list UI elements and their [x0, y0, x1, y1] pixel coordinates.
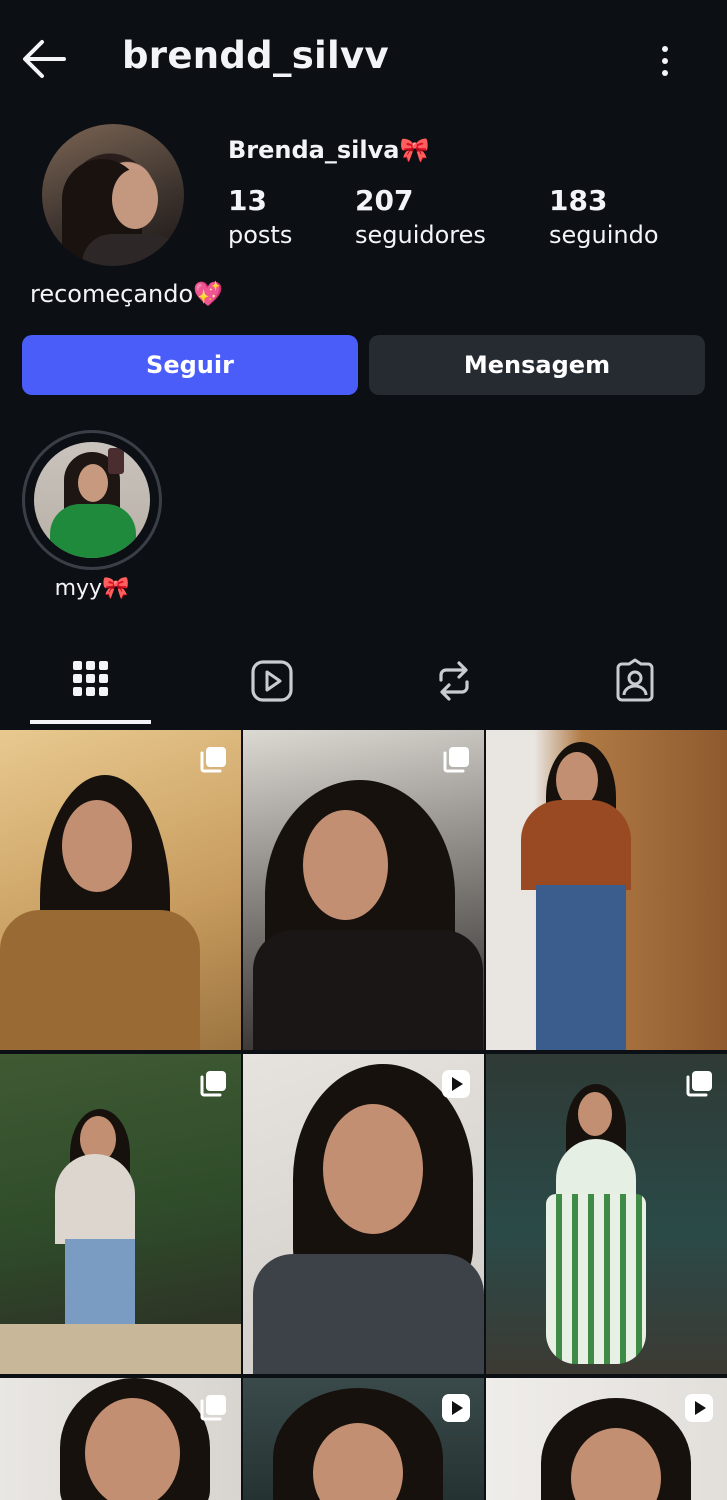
story-highlight[interactable]	[22, 430, 162, 570]
post-tile[interactable]	[0, 1054, 241, 1374]
profile-tabs	[0, 640, 727, 726]
carousel-icon	[443, 747, 469, 773]
stat-posts[interactable]: 13 posts	[228, 184, 292, 249]
reel-icon	[685, 1394, 713, 1422]
top-bar: brendd_silvv	[0, 0, 727, 120]
stat-posts-count: 13	[228, 184, 267, 217]
message-button[interactable]: Mensagem	[369, 335, 705, 395]
profile-avatar[interactable]	[42, 124, 184, 266]
posts-grid	[0, 728, 727, 1500]
active-tab-indicator	[30, 720, 151, 724]
reel-icon	[442, 1070, 470, 1098]
post-tile[interactable]	[243, 1054, 484, 1374]
carousel-icon	[200, 1395, 226, 1421]
tagged-icon	[616, 658, 654, 702]
carousel-icon	[200, 1071, 226, 1097]
carousel-icon	[200, 747, 226, 773]
profile-username: brendd_silvv	[122, 34, 389, 77]
tab-reels[interactable]	[249, 658, 295, 704]
tab-grid[interactable]	[68, 658, 114, 704]
stat-following-label: seguindo	[549, 221, 659, 249]
stat-followers-label: seguidores	[355, 221, 486, 249]
post-tile[interactable]	[486, 1378, 727, 1500]
display-name: Brenda_silva🎀	[228, 136, 430, 164]
stat-posts-label: posts	[228, 221, 293, 249]
grid-icon	[73, 661, 108, 696]
stat-following-count: 183	[549, 184, 608, 217]
tab-reposts[interactable]	[431, 658, 477, 704]
post-tile[interactable]	[243, 1378, 484, 1500]
post-tile[interactable]	[0, 1378, 241, 1500]
carousel-icon	[686, 1071, 712, 1097]
reel-icon	[442, 1394, 470, 1422]
stat-followers[interactable]: 207 seguidores	[355, 184, 486, 249]
post-tile[interactable]	[486, 1054, 727, 1374]
reels-icon	[251, 660, 293, 702]
post-tile[interactable]	[486, 730, 727, 1050]
highlight-thumbnail	[34, 442, 150, 558]
back-arrow-icon[interactable]	[20, 36, 70, 82]
more-vertical-icon[interactable]	[650, 40, 680, 80]
highlight-label: myy🎀	[54, 576, 130, 601]
tab-tagged[interactable]	[612, 658, 658, 704]
stat-following[interactable]: 183 seguindo	[549, 184, 659, 249]
stat-followers-count: 207	[355, 184, 414, 217]
post-tile[interactable]	[243, 730, 484, 1050]
profile-bio: recomeçando💖	[30, 280, 224, 308]
follow-button[interactable]: Seguir	[22, 335, 358, 395]
repost-icon	[439, 661, 469, 701]
post-tile[interactable]	[0, 730, 241, 1050]
